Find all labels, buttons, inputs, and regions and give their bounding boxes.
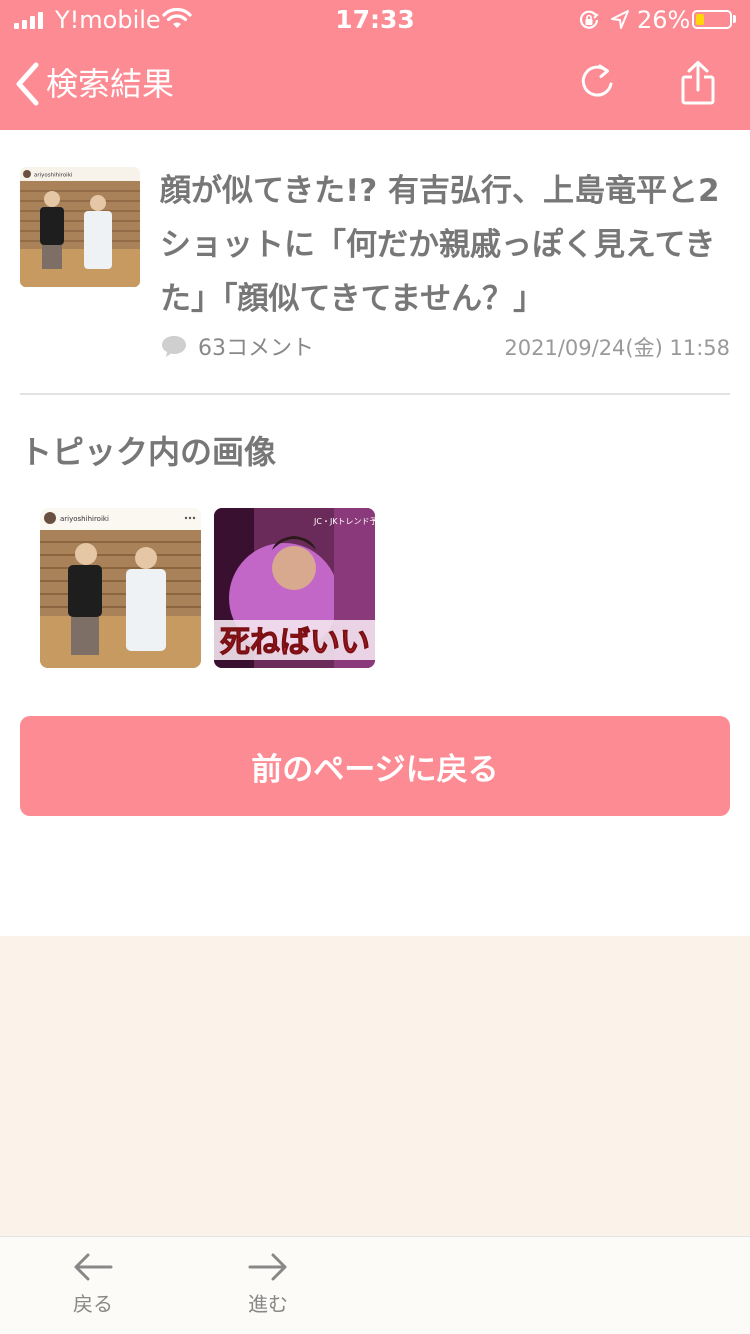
svg-text:ariyoshihiroiki: ariyoshihiroiki (34, 173, 73, 179)
article-date: 2021/09/24(金) 11:58 (504, 336, 730, 360)
arrow-left-icon (74, 1253, 113, 1281)
back-label: 検索結果 (46, 65, 175, 103)
browser-back-button[interactable]: 戻る (53, 1251, 133, 1317)
browser-forward-button[interactable]: 進む (228, 1251, 308, 1317)
location-icon (610, 9, 630, 35)
comment-count-label: 63コメント (198, 336, 314, 361)
browser-back-label: 戻る (73, 1292, 113, 1316)
navigation-bar: 検索結果 (0, 40, 750, 130)
comment-count: 63コメント (160, 330, 314, 362)
share-icon[interactable] (678, 60, 718, 110)
article-item[interactable]: ariyoshihiroiki 顔が似てきた!? 有吉弘行、上島竜平と2ショット… (20, 162, 730, 395)
chevron-left-icon (16, 62, 39, 106)
svg-text:死ねばいい: 死ねばいい (220, 625, 370, 660)
article-title[interactable]: 顔が似てきた!? 有吉弘行、上島竜平と2ショットに「何だか親戚っぽく見えてきた」… (160, 164, 730, 326)
back-to-search-button[interactable]: 検索結果 (14, 60, 174, 108)
bottom-toolbar: 戻る 進む (0, 1236, 750, 1334)
orientation-lock-icon (578, 9, 600, 35)
topic-image-1[interactable]: ariyoshihiroiki (40, 508, 201, 668)
battery-percent: 26% (637, 6, 691, 34)
arrow-right-icon (248, 1253, 287, 1281)
footer-area (0, 936, 750, 1236)
svg-text:ariyoshihiroiki: ariyoshihiroiki (60, 515, 109, 523)
svg-text:JC・JKトレンド予測: JC・JKトレンド予測 (313, 516, 375, 526)
browser-forward-label: 進む (248, 1292, 288, 1316)
comment-bubble-icon (162, 336, 186, 357)
status-bar: Y!mobile 17:33 26% (0, 0, 750, 40)
reload-icon[interactable] (578, 62, 618, 110)
battery-icon (692, 10, 732, 29)
previous-page-button[interactable]: 前のページに戻る (20, 716, 730, 816)
topic-image-2[interactable]: JC・JKトレンド予測 死ねばいい (214, 508, 375, 668)
section-title: トピック内の画像 (20, 433, 277, 471)
article-thumbnail[interactable]: ariyoshihiroiki (20, 167, 140, 287)
